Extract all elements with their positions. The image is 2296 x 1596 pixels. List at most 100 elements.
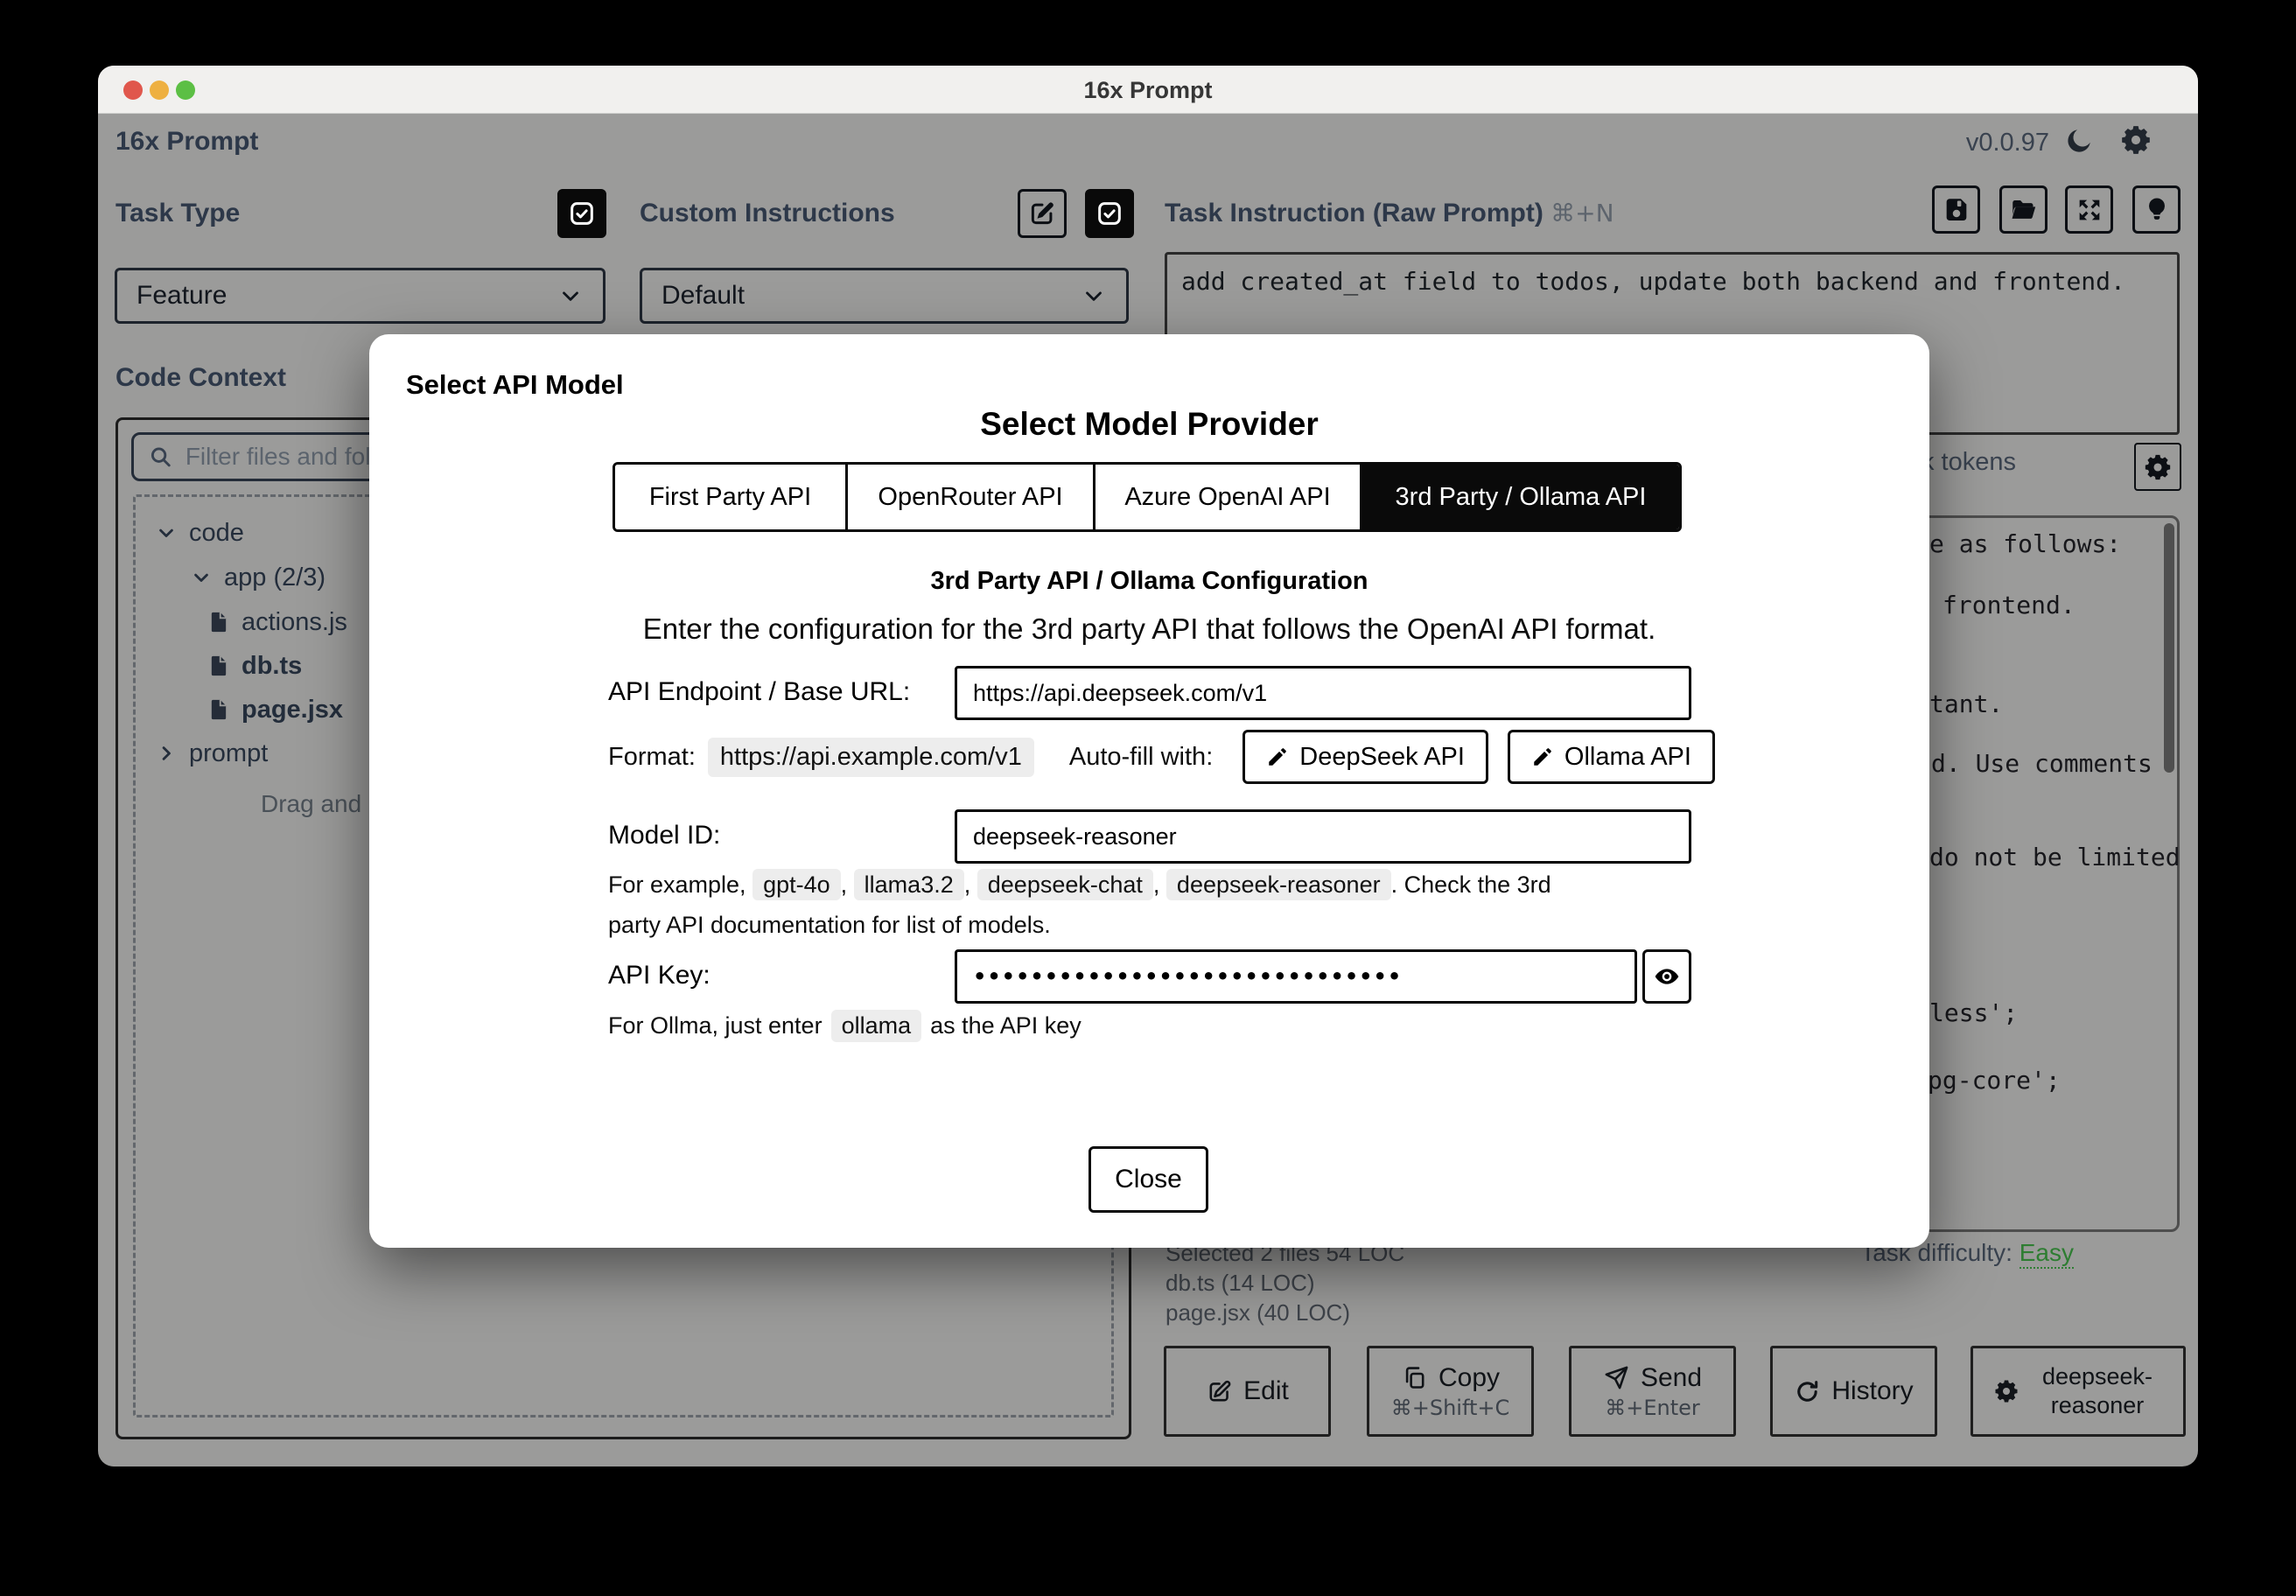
edit-button-label: Edit: [1243, 1376, 1289, 1405]
tree-item-label: actions.js: [242, 607, 347, 636]
autofill-ollama-button[interactable]: Ollama API: [1507, 730, 1715, 784]
toggle-api-key-visibility-button[interactable]: [1642, 949, 1691, 1004]
tree-item-label: app (2/3): [224, 563, 326, 592]
settings-gear-icon[interactable]: [2119, 123, 2152, 157]
gear-icon: [2145, 454, 2171, 480]
history-icon: [1797, 1380, 1818, 1402]
expand-prompt-button[interactable]: [2065, 186, 2113, 234]
endpoint-input[interactable]: [955, 666, 1691, 720]
search-icon: [150, 447, 171, 467]
file-icon: [211, 699, 227, 720]
file-icon: [211, 612, 227, 633]
edit-pencil-square-icon: [1031, 202, 1054, 225]
tab-openrouter-api[interactable]: OpenRouter API: [845, 465, 1093, 529]
api-key-input[interactable]: [955, 949, 1637, 1004]
example-chip: llama3.2: [853, 869, 964, 900]
tree-item-label: page.jsx: [242, 695, 344, 724]
autofill-deepseek-button[interactable]: DeepSeek API: [1242, 730, 1488, 784]
tab-3rd-party-ollama-api[interactable]: 3rd Party / Ollama API: [1360, 465, 1679, 529]
config-section-title: 3rd Party API / Ollama Configuration: [930, 567, 1368, 595]
task-difficulty-value[interactable]: Easy: [2019, 1239, 2074, 1269]
app-name: 16x Prompt: [116, 127, 259, 156]
tab-azure-openai-api[interactable]: Azure OpenAI API: [1093, 465, 1360, 529]
model-id-input[interactable]: [955, 809, 1691, 864]
tree-item-prompt[interactable]: prompt: [154, 738, 268, 769]
send-shortcut: ⌘+Enter: [1605, 1395, 1700, 1420]
task-instruction-label-text: Task Instruction (Raw Prompt): [1165, 199, 1544, 228]
custom-instructions-value: Default: [662, 281, 746, 310]
edit-button[interactable]: Edit: [1164, 1346, 1331, 1437]
format-label: Format:: [608, 742, 696, 771]
tree-item-page-jsx[interactable]: page.jsx: [206, 694, 343, 725]
provider-tabs: First Party API OpenRouter API Azure Ope…: [612, 462, 1682, 532]
token-settings-button[interactable]: [2134, 443, 2181, 491]
copy-button[interactable]: Copy ⌘+Shift+C: [1367, 1346, 1534, 1437]
arrows-expand-icon: [2079, 200, 2099, 220]
history-button[interactable]: History: [1770, 1346, 1937, 1437]
task-instruction-shortcut: ⌘+N: [1550, 199, 1614, 228]
copy-icon: [1405, 1367, 1424, 1389]
tree-item-db-ts[interactable]: db.ts: [206, 650, 302, 682]
history-button-label: History: [1831, 1376, 1914, 1405]
chip-separator: ,: [840, 872, 848, 898]
edit-pencil-square-icon: [1209, 1380, 1231, 1401]
example-chip: deepseek-chat: [976, 869, 1153, 900]
gear-icon: [1995, 1380, 2018, 1403]
file-icon: [211, 655, 227, 676]
example-chip: deepseek-reasoner: [1166, 869, 1391, 900]
custom-instructions-enabled-checkbox[interactable]: [1085, 189, 1134, 238]
copy-shortcut: ⌘+Shift+C: [1390, 1395, 1510, 1420]
prompt-ideas-button[interactable]: [2132, 186, 2180, 234]
pencil-icon: [1534, 748, 1551, 766]
autofill-deepseek-label: DeepSeek API: [1299, 742, 1465, 771]
tab-first-party-api[interactable]: First Party API: [615, 465, 845, 529]
model-id-label: Model ID:: [608, 821, 721, 850]
select-api-model-dialog: Select API Model Select Model Provider F…: [369, 334, 1929, 1248]
ollama-key-note: For Ollma, just enter ollama as the API …: [608, 1010, 1082, 1042]
folder-open-icon: [2012, 200, 2035, 219]
format-row: Format: https://api.example.com/v1 Auto-…: [608, 730, 1715, 784]
examples-prefix: For example,: [608, 872, 746, 898]
edit-custom-instructions-button[interactable]: [1018, 189, 1067, 238]
api-key-label: API Key:: [608, 961, 710, 990]
window-title: 16x Prompt: [1083, 77, 1213, 103]
copy-button-label: Copy: [1438, 1362, 1501, 1392]
autofill-ollama-label: Ollama API: [1564, 742, 1691, 771]
tree-item-actions-js[interactable]: actions.js: [206, 606, 347, 638]
model-examples: For example, gpt-4o, llama3.2, deepseek-…: [608, 864, 1606, 945]
pencil-icon: [1269, 748, 1287, 766]
app-window: 16x Prompt 16x Prompt v0.0.97 Task Type …: [98, 66, 2198, 1466]
custom-instructions-select[interactable]: Default: [640, 268, 1129, 324]
model-selector-label: deepseek-reasoner: [2041, 1363, 2153, 1418]
model-selector-button[interactable]: deepseek-reasoner: [1970, 1346, 2186, 1437]
version-label: v0.0.97: [1965, 129, 2049, 157]
chip-separator: ,: [963, 872, 971, 898]
chevron-down-icon: [194, 573, 208, 582]
save-prompt-button[interactable]: [1932, 186, 1980, 234]
example-chip: gpt-4o: [752, 869, 841, 900]
chevron-down-icon: [563, 291, 578, 301]
chip-separator: ,: [1152, 872, 1160, 898]
chevron-down-icon: [1086, 291, 1102, 301]
output-fragment: frontend.: [1942, 591, 2076, 620]
tree-item-code[interactable]: code: [154, 517, 244, 549]
check-square-icon: [1098, 202, 1121, 225]
output-fragment: do not be limited: [1929, 843, 2180, 872]
lightbulb-icon: [2148, 198, 2165, 220]
close-dialog-button[interactable]: Close: [1088, 1146, 1208, 1213]
load-prompt-button[interactable]: [1999, 186, 2048, 234]
dialog-title: Select API Model: [406, 369, 624, 400]
output-scrollbar[interactable]: [2164, 523, 2174, 773]
provider-heading: Select Model Provider: [980, 406, 1319, 442]
send-button[interactable]: Send ⌘+Enter: [1569, 1346, 1736, 1437]
ollama-note-prefix: For Ollma, just enter: [608, 1012, 822, 1039]
dark-mode-moon-icon[interactable]: [2063, 125, 2095, 157]
custom-instructions-label: Custom Instructions: [640, 199, 895, 228]
output-fragment: tant.: [1929, 690, 2004, 718]
tree-item-app[interactable]: app (2/3): [189, 562, 326, 593]
code-context-label: Code Context: [116, 363, 286, 392]
task-type-select[interactable]: Feature: [115, 268, 606, 324]
task-type-enabled-checkbox[interactable]: [557, 189, 606, 238]
send-icon: [1605, 1366, 1628, 1390]
selected-file-loc: db.ts (14 LOC): [1166, 1270, 1315, 1296]
